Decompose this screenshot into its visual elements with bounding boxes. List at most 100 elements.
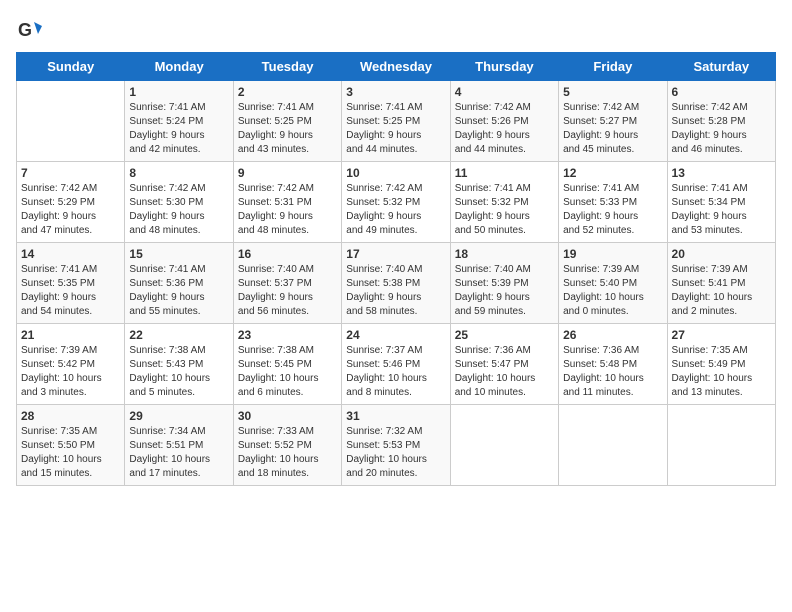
day-header-saturday: Saturday [667,53,775,81]
day-info: Sunrise: 7:42 AM Sunset: 5:30 PM Dayligh… [129,182,228,238]
day-info: Sunrise: 7:39 AM Sunset: 5:42 PM Dayligh… [21,344,120,400]
calendar-cell: 9 Sunrise: 7:42 AM Sunset: 5:31 PM Daylig… [233,162,341,243]
day-header-sunday: Sunday [17,53,125,81]
calendar-cell: 17 Sunrise: 7:40 AM Sunset: 5:38 PM Dayli… [342,243,450,324]
day-header-tuesday: Tuesday [233,53,341,81]
week-row-5: 28 Sunrise: 7:35 AM Sunset: 5:50 PM Dayli… [17,405,776,486]
calendar-cell: 16 Sunrise: 7:40 AM Sunset: 5:37 PM Dayli… [233,243,341,324]
day-number: 27 [672,328,771,342]
day-number: 1 [129,85,228,99]
day-number: 17 [346,247,445,261]
day-number: 18 [455,247,554,261]
calendar-cell [667,405,775,486]
header: G [16,16,776,44]
calendar-cell: 8 Sunrise: 7:42 AM Sunset: 5:30 PM Daylig… [125,162,233,243]
day-info: Sunrise: 7:42 AM Sunset: 5:29 PM Dayligh… [21,182,120,238]
calendar-cell: 29 Sunrise: 7:34 AM Sunset: 5:51 PM Dayli… [125,405,233,486]
calendar-cell: 3 Sunrise: 7:41 AM Sunset: 5:25 PM Daylig… [342,81,450,162]
day-info: Sunrise: 7:41 AM Sunset: 5:33 PM Dayligh… [563,182,662,238]
calendar-cell: 10 Sunrise: 7:42 AM Sunset: 5:32 PM Dayli… [342,162,450,243]
calendar-cell: 4Sunrise: 7:42 AM Sunset: 5:26 PM Daylig… [450,81,558,162]
day-info: Sunrise: 7:41 AM Sunset: 5:24 PM Dayligh… [129,101,228,157]
day-number: 10 [346,166,445,180]
day-info: Sunrise: 7:40 AM Sunset: 5:38 PM Dayligh… [346,263,445,319]
day-number: 4 [455,85,554,99]
calendar-cell: 24 Sunrise: 7:37 AM Sunset: 5:46 PM Dayli… [342,324,450,405]
day-info: Sunrise: 7:36 AM Sunset: 5:47 PM Dayligh… [455,344,554,400]
day-info: Sunrise: 7:41 AM Sunset: 5:36 PM Dayligh… [129,263,228,319]
calendar-cell: 23Sunrise: 7:38 AM Sunset: 5:45 PM Dayli… [233,324,341,405]
day-number: 23 [238,328,337,342]
day-number: 7 [21,166,120,180]
day-info: Sunrise: 7:41 AM Sunset: 5:34 PM Dayligh… [672,182,771,238]
svg-text:G: G [18,20,32,40]
day-number: 12 [563,166,662,180]
day-number: 20 [672,247,771,261]
calendar-cell: 6 Sunrise: 7:42 AM Sunset: 5:28 PM Daylig… [667,81,775,162]
day-info: Sunrise: 7:40 AM Sunset: 5:39 PM Dayligh… [455,263,554,319]
week-row-4: 21 Sunrise: 7:39 AM Sunset: 5:42 PM Dayli… [17,324,776,405]
calendar-cell: 22Sunrise: 7:38 AM Sunset: 5:43 PM Dayli… [125,324,233,405]
day-header-monday: Monday [125,53,233,81]
day-number: 15 [129,247,228,261]
day-info: Sunrise: 7:32 AM Sunset: 5:53 PM Dayligh… [346,425,445,481]
day-info: Sunrise: 7:42 AM Sunset: 5:32 PM Dayligh… [346,182,445,238]
day-number: 29 [129,409,228,423]
day-number: 28 [21,409,120,423]
calendar-cell: 1 Sunrise: 7:41 AM Sunset: 5:24 PM Daylig… [125,81,233,162]
day-header-wednesday: Wednesday [342,53,450,81]
day-number: 14 [21,247,120,261]
day-info: Sunrise: 7:41 AM Sunset: 5:25 PM Dayligh… [238,101,337,157]
day-number: 11 [455,166,554,180]
day-number: 6 [672,85,771,99]
calendar-cell: 30Sunrise: 7:33 AM Sunset: 5:52 PM Dayli… [233,405,341,486]
day-info: Sunrise: 7:42 AM Sunset: 5:31 PM Dayligh… [238,182,337,238]
day-info: Sunrise: 7:39 AM Sunset: 5:41 PM Dayligh… [672,263,771,319]
day-info: Sunrise: 7:39 AM Sunset: 5:40 PM Dayligh… [563,263,662,319]
day-number: 30 [238,409,337,423]
day-number: 16 [238,247,337,261]
day-number: 25 [455,328,554,342]
calendar-cell: 28 Sunrise: 7:35 AM Sunset: 5:50 PM Dayli… [17,405,125,486]
day-number: 9 [238,166,337,180]
day-number: 8 [129,166,228,180]
calendar-table: SundayMondayTuesdayWednesdayThursdayFrid… [16,52,776,486]
day-header-thursday: Thursday [450,53,558,81]
day-number: 3 [346,85,445,99]
calendar-cell: 5Sunrise: 7:42 AM Sunset: 5:27 PM Daylig… [559,81,667,162]
day-number: 24 [346,328,445,342]
logo-icon: G [16,16,44,44]
logo: G [16,16,48,44]
calendar-cell: 7 Sunrise: 7:42 AM Sunset: 5:29 PM Daylig… [17,162,125,243]
calendar-cell [17,81,125,162]
calendar-cell: 19Sunrise: 7:39 AM Sunset: 5:40 PM Dayli… [559,243,667,324]
day-info: Sunrise: 7:41 AM Sunset: 5:32 PM Dayligh… [455,182,554,238]
week-row-3: 14 Sunrise: 7:41 AM Sunset: 5:35 PM Dayli… [17,243,776,324]
calendar-cell: 26Sunrise: 7:36 AM Sunset: 5:48 PM Dayli… [559,324,667,405]
calendar-cell [559,405,667,486]
day-info: Sunrise: 7:42 AM Sunset: 5:28 PM Dayligh… [672,101,771,157]
calendar-cell: 12 Sunrise: 7:41 AM Sunset: 5:33 PM Dayli… [559,162,667,243]
day-header-friday: Friday [559,53,667,81]
day-info: Sunrise: 7:35 AM Sunset: 5:50 PM Dayligh… [21,425,120,481]
calendar-cell: 2Sunrise: 7:41 AM Sunset: 5:25 PM Daylig… [233,81,341,162]
day-info: Sunrise: 7:34 AM Sunset: 5:51 PM Dayligh… [129,425,228,481]
week-row-2: 7 Sunrise: 7:42 AM Sunset: 5:29 PM Daylig… [17,162,776,243]
day-info: Sunrise: 7:41 AM Sunset: 5:25 PM Dayligh… [346,101,445,157]
calendar-cell: 14 Sunrise: 7:41 AM Sunset: 5:35 PM Dayli… [17,243,125,324]
day-number: 26 [563,328,662,342]
calendar-cell: 31Sunrise: 7:32 AM Sunset: 5:53 PM Dayli… [342,405,450,486]
day-number: 21 [21,328,120,342]
calendar-cell [450,405,558,486]
calendar-cell: 15 Sunrise: 7:41 AM Sunset: 5:36 PM Dayli… [125,243,233,324]
day-info: Sunrise: 7:42 AM Sunset: 5:27 PM Dayligh… [563,101,662,157]
day-info: Sunrise: 7:40 AM Sunset: 5:37 PM Dayligh… [238,263,337,319]
day-number: 13 [672,166,771,180]
calendar-cell: 25 Sunrise: 7:36 AM Sunset: 5:47 PM Dayli… [450,324,558,405]
day-info: Sunrise: 7:37 AM Sunset: 5:46 PM Dayligh… [346,344,445,400]
calendar-cell: 18 Sunrise: 7:40 AM Sunset: 5:39 PM Dayli… [450,243,558,324]
calendar-cell: 13 Sunrise: 7:41 AM Sunset: 5:34 PM Dayli… [667,162,775,243]
week-row-1: 1 Sunrise: 7:41 AM Sunset: 5:24 PM Daylig… [17,81,776,162]
calendar-cell: 27Sunrise: 7:35 AM Sunset: 5:49 PM Dayli… [667,324,775,405]
day-info: Sunrise: 7:41 AM Sunset: 5:35 PM Dayligh… [21,263,120,319]
